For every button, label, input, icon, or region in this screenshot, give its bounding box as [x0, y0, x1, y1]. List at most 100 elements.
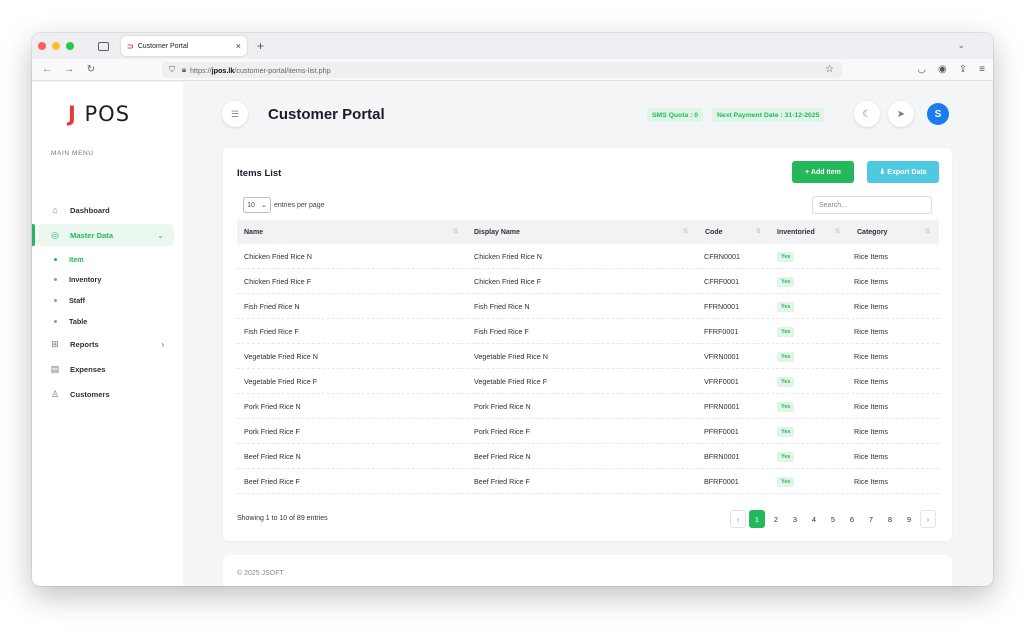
- page-button-7[interactable]: 7: [863, 510, 879, 528]
- prev-page-button[interactable]: ‹: [730, 510, 746, 528]
- minimize-window-button[interactable]: [52, 42, 60, 50]
- moon-icon: ☾: [862, 108, 872, 120]
- page-button-3[interactable]: 3: [787, 510, 803, 528]
- paper-plane-icon: ➤: [896, 108, 906, 120]
- tab-title: Customer Portal: [137, 42, 189, 50]
- bookmark-star-icon[interactable]: ☆: [825, 64, 834, 75]
- sidebar-item-master-data[interactable]: ◎ Master Data ⌄: [38, 224, 174, 246]
- page-button-8[interactable]: 8: [882, 510, 898, 528]
- table-row[interactable]: Chicken Fried Rice F Chicken Fried Rice …: [237, 269, 939, 294]
- forward-icon[interactable]: →: [62, 64, 76, 75]
- sms-quota-badge: SMS Quota : 0: [647, 108, 704, 122]
- reload-icon[interactable]: ↻: [84, 64, 98, 75]
- sidebar-toggle-icon[interactable]: [98, 41, 109, 51]
- bullet-icon: [54, 299, 57, 302]
- new-tab-icon[interactable]: +: [257, 39, 264, 53]
- table-row[interactable]: Fish Fried Rice N Fish Fried Rice N FFRN…: [237, 294, 939, 319]
- table-body: Chicken Fried Rice N Chicken Fried Rice …: [237, 244, 939, 494]
- cell-display-name: Beef Fried Rice F: [474, 477, 530, 486]
- sort-icon[interactable]: ⇅: [756, 228, 761, 235]
- column-header-code[interactable]: Code: [705, 220, 723, 244]
- favicon-icon: ⊃: [127, 41, 134, 51]
- items-list-card: Items List + Add Item ⬇ Export Data 10 ⌄…: [223, 148, 952, 541]
- sidebar-item-dashboard[interactable]: ⌂ Dashboard: [38, 199, 174, 221]
- next-payment-badge: Next Payment Date : 31-12-2025: [712, 108, 825, 122]
- share-icon[interactable]: ⇪: [959, 64, 967, 75]
- inventoried-badge: Yes: [777, 251, 795, 262]
- sidebar-subitem-item[interactable]: Item: [54, 255, 84, 264]
- sort-icon[interactable]: ⇅: [925, 228, 930, 235]
- sidebar-item-reports[interactable]: ⊞ Reports ›: [38, 333, 174, 355]
- export-data-button[interactable]: ⬇ Export Data: [867, 161, 939, 183]
- column-header-name[interactable]: Name: [244, 220, 263, 244]
- cell-category: Rice Items: [854, 277, 888, 286]
- menu-icon[interactable]: ≡: [979, 64, 985, 75]
- sort-icon[interactable]: ⇅: [683, 228, 688, 235]
- table-row[interactable]: Vegetable Fried Rice N Vegetable Fried R…: [237, 344, 939, 369]
- add-item-button[interactable]: + Add Item: [792, 161, 854, 183]
- column-header-category[interactable]: Category: [857, 220, 887, 244]
- sidebar-item-customers[interactable]: ♙ Customers: [38, 383, 174, 405]
- table-row[interactable]: Pork Fried Rice N Pork Fried Rice N PFRN…: [237, 394, 939, 419]
- page-button-6[interactable]: 6: [844, 510, 860, 528]
- pagination-info: Showing 1 to 10 of 89 entries: [237, 515, 328, 522]
- table-row[interactable]: Beef Fried Rice N Beef Fried Rice N BFRN…: [237, 444, 939, 469]
- lock-icon[interactable]: 🔒︎: [178, 65, 190, 75]
- cell-code: CFRN0001: [704, 252, 740, 261]
- logo-mark: J: [68, 102, 77, 126]
- sidebar-subitem-table[interactable]: Table: [54, 317, 87, 326]
- cell-code: FFRF0001: [704, 327, 739, 336]
- table-row[interactable]: Fish Fried Rice F Fish Fried Rice F FFRF…: [237, 319, 939, 344]
- sidebar-item-label: Reports: [70, 339, 99, 349]
- entries-select[interactable]: 10 ⌄: [243, 197, 271, 213]
- sidebar-item-label: Customers: [70, 389, 110, 399]
- sort-icon[interactable]: ⇅: [453, 228, 458, 235]
- page-button-2[interactable]: 2: [768, 510, 784, 528]
- menu-section-title: MAIN MENU: [51, 150, 94, 157]
- user-icon: ♙: [50, 388, 60, 399]
- entries-label: entries per page: [274, 201, 325, 209]
- cell-name: Beef Fried Rice F: [244, 477, 300, 486]
- inventoried-badge: Yes: [777, 476, 795, 487]
- send-button[interactable]: ➤: [888, 101, 914, 127]
- address-bar[interactable]: ⛉ 🔒︎ https://jpos.lk/customer-portal/ite…: [162, 62, 842, 78]
- dark-mode-toggle[interactable]: ☾: [854, 101, 880, 127]
- page-button-9[interactable]: 9: [901, 510, 917, 528]
- page-button-4[interactable]: 4: [806, 510, 822, 528]
- cell-name: Pork Fried Rice F: [244, 427, 300, 436]
- cell-name: Pork Fried Rice N: [244, 402, 301, 411]
- table-row[interactable]: Pork Fried Rice F Pork Fried Rice F PFRF…: [237, 419, 939, 444]
- sort-icon[interactable]: ⇅: [835, 228, 840, 235]
- cell-category: Rice Items: [854, 477, 888, 486]
- pagination: ‹ 1 2 3 4 5 6 7 8 9 ›: [730, 510, 936, 528]
- close-tab-icon[interactable]: ×: [236, 41, 241, 51]
- browser-tab[interactable]: ⊃ Customer Portal ×: [121, 36, 247, 56]
- tab-list-chevron-icon[interactable]: ⌄: [957, 40, 965, 51]
- bullet-icon: [54, 320, 57, 323]
- page-button-1[interactable]: 1: [749, 510, 765, 528]
- account-icon[interactable]: ◉: [938, 64, 947, 75]
- avatar[interactable]: S: [927, 103, 949, 125]
- close-window-button[interactable]: [38, 42, 46, 50]
- table-row[interactable]: Chicken Fried Rice N Chicken Fried Rice …: [237, 244, 939, 269]
- back-icon[interactable]: ←: [40, 64, 54, 75]
- sidebar-subitem-staff[interactable]: Staff: [54, 296, 85, 305]
- maximize-window-button[interactable]: [66, 42, 74, 50]
- inventoried-badge: Yes: [777, 301, 795, 312]
- sidebar: J POS MAIN MENU ⌂ Dashboard ◎ Master Dat…: [32, 82, 183, 586]
- page-button-5[interactable]: 5: [825, 510, 841, 528]
- next-page-button[interactable]: ›: [920, 510, 936, 528]
- table-row[interactable]: Beef Fried Rice F Beef Fried Rice F BFRF…: [237, 469, 939, 494]
- cell-category: Rice Items: [854, 252, 888, 261]
- search-input[interactable]: Search...: [812, 196, 932, 214]
- shield-icon[interactable]: ⛉: [166, 65, 178, 75]
- column-header-inventoried[interactable]: Inventoried: [777, 220, 815, 244]
- sidebar-subitem-inventory[interactable]: Inventory: [54, 275, 101, 284]
- jpos-logo[interactable]: J POS: [68, 102, 130, 126]
- pocket-icon[interactable]: ◡: [917, 64, 926, 75]
- hamburger-menu-icon[interactable]: ☰: [222, 101, 248, 127]
- sidebar-item-expenses[interactable]: ▤ Expenses: [38, 358, 174, 380]
- cell-display-name: Vegetable Fried Rice F: [474, 377, 548, 386]
- table-row[interactable]: Vegetable Fried Rice F Vegetable Fried R…: [237, 369, 939, 394]
- column-header-display-name[interactable]: Display Name: [474, 220, 520, 244]
